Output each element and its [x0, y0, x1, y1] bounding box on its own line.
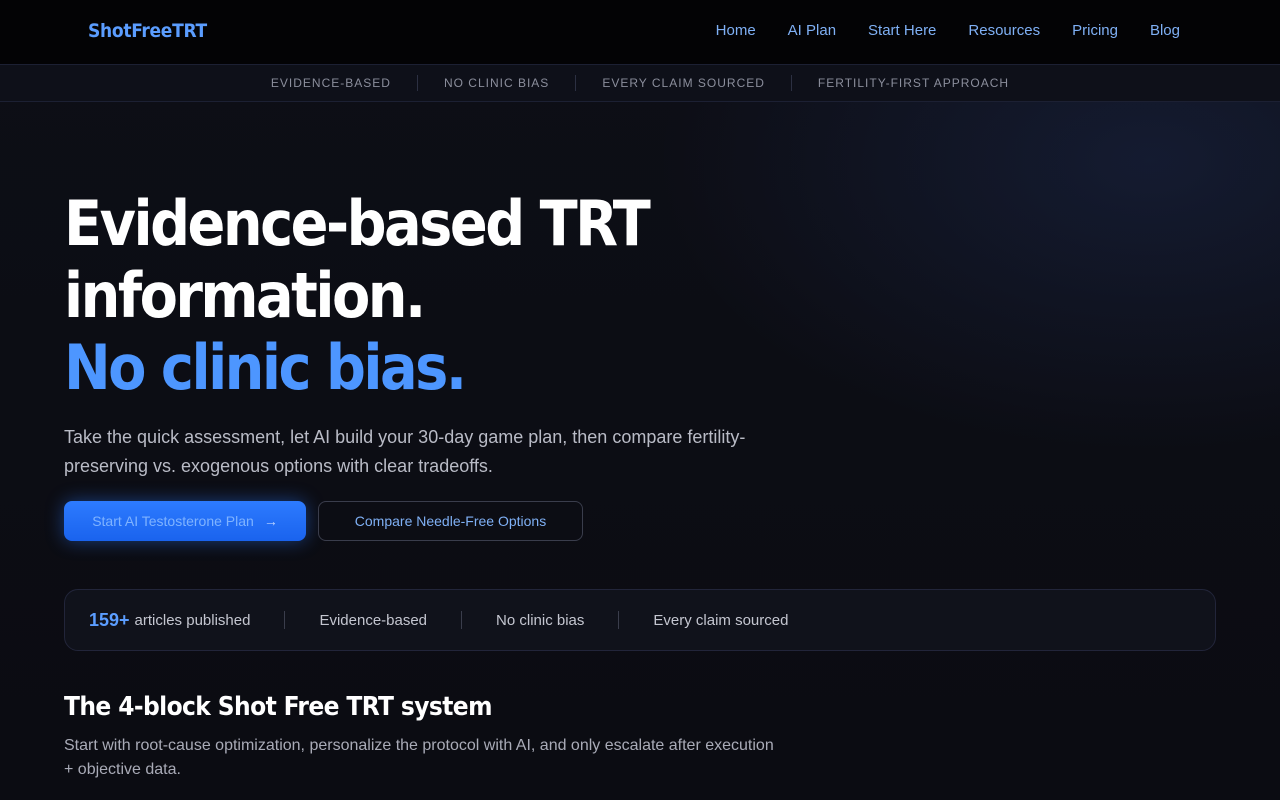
nav-link-ai-plan[interactable]: AI Plan	[788, 22, 836, 39]
hero-title-line1: Evidence-based TRT	[64, 187, 651, 260]
nav-link-start-here[interactable]: Start Here	[868, 22, 936, 39]
stats-divider	[618, 611, 620, 629]
arrow-right-icon: →	[263, 513, 278, 529]
stats-divider	[284, 611, 286, 629]
start-ai-plan-button[interactable]: Start AI Testosterone Plan →	[64, 501, 306, 541]
nav-links: Home AI Plan Start Here Resources Pricin…	[716, 22, 1180, 39]
stats-divider	[461, 611, 463, 629]
stat-sourced: Every claim sourced	[653, 611, 789, 629]
hero-title-line2: information.	[64, 259, 426, 332]
trust-divider	[416, 75, 418, 91]
start-ai-plan-label: Start AI Testosterone Plan	[92, 513, 254, 529]
trust-divider	[790, 75, 792, 91]
trust-item-no-bias: NO CLINIC BIAS	[443, 76, 550, 90]
stat-evidence: Evidence-based	[319, 611, 428, 629]
compare-options-button[interactable]: Compare Needle-Free Options	[318, 501, 583, 541]
stats-bar: 159+ articles published Evidence-based N…	[64, 589, 1216, 651]
stat-no-bias: No clinic bias	[496, 611, 585, 629]
section-subtitle: Start with root-cause optimization, pers…	[64, 737, 774, 778]
trust-item-evidence: EVIDENCE-BASED	[270, 76, 391, 90]
trust-strip: EVIDENCE-BASED NO CLINIC BIAS EVERY CLAI…	[0, 64, 1280, 102]
nav-link-blog[interactable]: Blog	[1150, 22, 1180, 39]
trust-item-fertility: FERTILITY-FIRST APPROACH	[817, 76, 1010, 90]
nav-link-pricing[interactable]: Pricing	[1072, 22, 1118, 39]
nav-link-home[interactable]: Home	[716, 22, 756, 39]
articles-count: 159+	[89, 609, 130, 630]
trust-item-sourced: EVERY CLAIM SOURCED	[602, 76, 765, 90]
top-navigation: ShotFreeTRT Home AI Plan Start Here Reso…	[0, 0, 1280, 64]
brand-logo[interactable]: ShotFreeTRT	[88, 20, 207, 42]
section-title: The 4-block Shot Free TRT system	[64, 692, 492, 722]
hero-title-accent: No clinic bias.	[64, 331, 467, 404]
nav-link-resources[interactable]: Resources	[968, 22, 1040, 39]
hero-subtitle: Take the quick assessment, let AI build …	[64, 427, 746, 476]
trust-divider	[575, 75, 577, 91]
articles-count-label: articles published	[134, 611, 251, 629]
hero-title: Evidence-based TRT information. No clini…	[64, 188, 824, 404]
